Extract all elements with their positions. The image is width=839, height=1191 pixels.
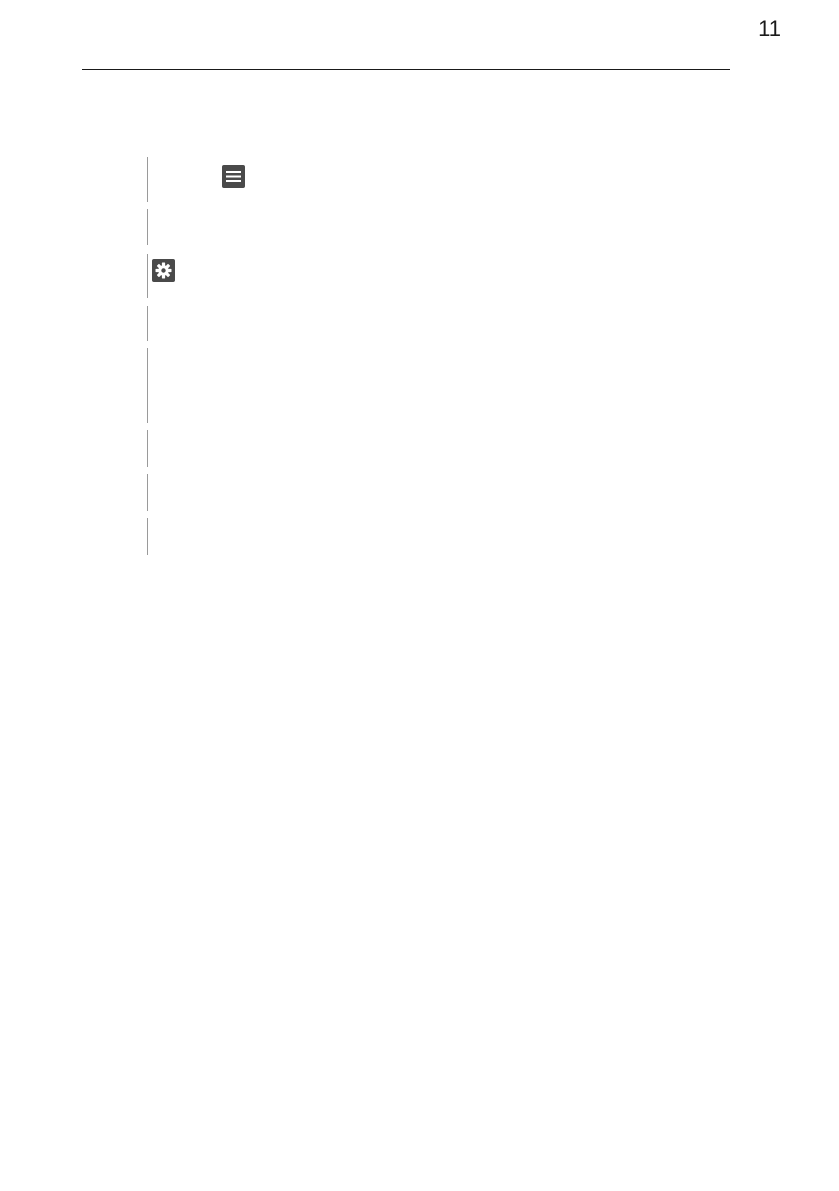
gear-icon: [152, 259, 175, 282]
step-bar: [147, 430, 148, 467]
step-bar: [147, 518, 148, 555]
hamburger-menu-icon: [222, 165, 245, 188]
step-bar: [147, 157, 148, 202]
step-bar: [147, 348, 148, 423]
step-bar: [147, 306, 148, 341]
step-bar: [147, 209, 148, 245]
header-rule: [82, 69, 730, 70]
page-number: 11: [758, 16, 781, 41]
step-bar: [147, 254, 148, 298]
step-bar: [147, 474, 148, 511]
